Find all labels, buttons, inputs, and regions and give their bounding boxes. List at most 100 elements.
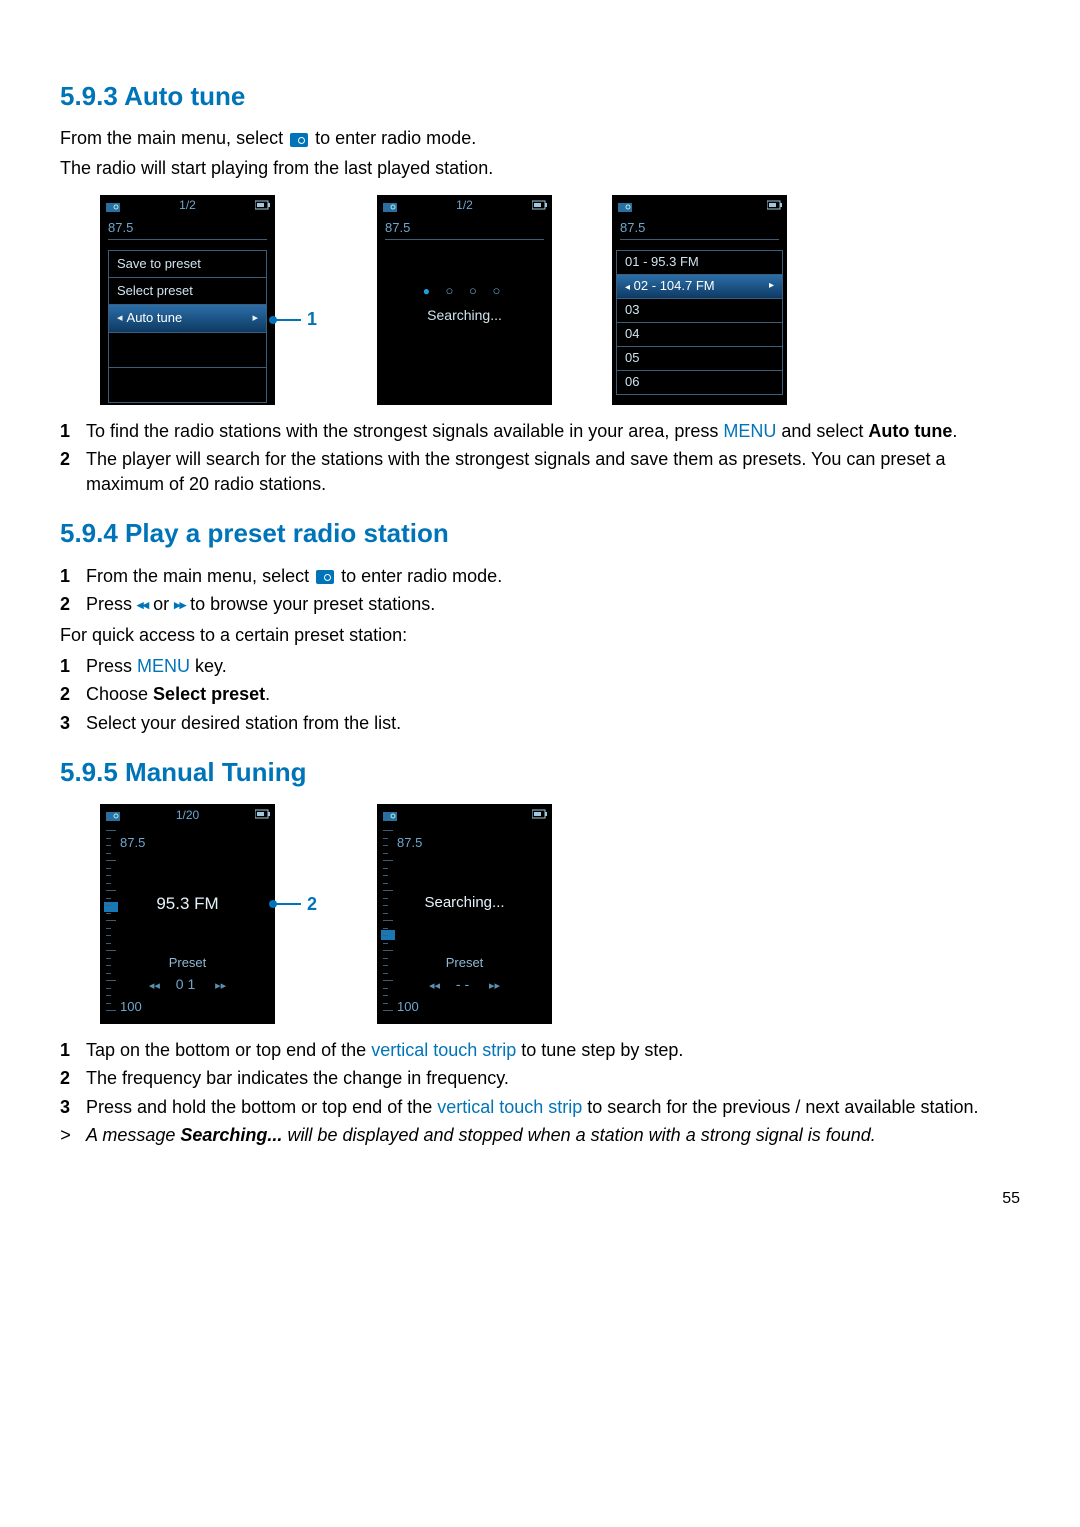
battery-icon bbox=[532, 200, 546, 212]
steps-593: 1 To find the radio stations with the st… bbox=[60, 419, 1020, 498]
step-number: 1 bbox=[60, 419, 86, 444]
step-text: Choose Select preset. bbox=[86, 682, 1020, 707]
screenshots-593: 1/2 87.5 Save to preset Select preset ◂ … bbox=[100, 195, 1020, 405]
menu-item-empty bbox=[109, 333, 266, 368]
menu-item-auto-tune-label: Auto tune bbox=[123, 309, 253, 327]
freq-scale-top: 87.5 bbox=[120, 834, 145, 852]
skip-prev-icon: ◂◂ bbox=[137, 597, 148, 612]
heading-593: 5.9.3 Auto tune bbox=[60, 78, 1020, 114]
menu-item-auto-tune: ◂ Auto tune ▸ bbox=[109, 305, 266, 332]
step-number: 3 bbox=[60, 711, 86, 736]
preset-control: ◂◂ 01 ▸▸ bbox=[100, 975, 275, 995]
result-marker: > bbox=[60, 1123, 86, 1148]
menu-item-save-preset: Save to preset bbox=[109, 251, 266, 278]
frequency-readout: 87.5 bbox=[377, 217, 552, 239]
menu-key: MENU bbox=[723, 421, 776, 441]
device-screen-manual: 1/20 87.5 95.3 FM Preset ◂◂ 01 ▸▸ 100 bbox=[100, 804, 275, 1024]
step-number: 2 bbox=[60, 1066, 86, 1091]
step-text: Select your desired station from the lis… bbox=[86, 711, 1020, 736]
preset-row: 03 bbox=[616, 299, 783, 323]
preset-list: 01 - 95.3 FM ◂ 02 - 104.7 FM▸ 03 04 05 0… bbox=[616, 250, 783, 395]
step-text: To find the radio stations with the stro… bbox=[86, 419, 1020, 444]
callout-label: 2 bbox=[307, 892, 317, 917]
heading-594: 5.9.4 Play a preset radio station bbox=[60, 515, 1020, 551]
frequency-readout: 87.5 bbox=[612, 217, 787, 239]
result-text: A message Searching... will be displayed… bbox=[86, 1123, 1020, 1148]
step-text: Press and hold the bottom or top end of … bbox=[86, 1095, 1020, 1120]
preset-control: ◂◂ -- ▸▸ bbox=[377, 975, 552, 995]
touch-strip-ref: vertical touch strip bbox=[437, 1097, 582, 1117]
steps-595: 1 Tap on the bottom or top end of the ve… bbox=[60, 1038, 1020, 1148]
callout-1: 1 bbox=[273, 307, 317, 332]
step-text: Tap on the bottom or top end of the vert… bbox=[86, 1038, 1020, 1063]
battery-icon bbox=[255, 200, 269, 212]
step-text: From the main menu, select to enter radi… bbox=[86, 564, 1020, 589]
radio-icon bbox=[290, 133, 308, 147]
step-number: 1 bbox=[60, 654, 86, 679]
searching-label: Searching... bbox=[377, 892, 552, 913]
device-screen-manual-searching: 87.5 Searching... Preset ◂◂ -- ▸▸ 100 bbox=[377, 804, 552, 1024]
tick-marks bbox=[620, 239, 779, 246]
preset-row-selected: ◂ 02 - 104.7 FM▸ bbox=[616, 275, 783, 299]
frequency-readout: 87.5 bbox=[100, 217, 275, 239]
intro-593-line2: The radio will start playing from the la… bbox=[60, 156, 1020, 181]
radio-icon bbox=[618, 200, 632, 212]
step-number: 2 bbox=[60, 592, 86, 617]
page-number: 55 bbox=[60, 1188, 1020, 1210]
preset-label: Preset bbox=[377, 954, 552, 972]
progress-dots: ● ○ ○ ○ bbox=[377, 282, 552, 300]
skip-next-icon: ▸▸ bbox=[489, 980, 500, 992]
device-screen-searching: 1/2 87.5 ● ○ ○ ○ Searching... bbox=[377, 195, 552, 405]
battery-icon bbox=[767, 200, 781, 212]
radio-icon bbox=[383, 809, 397, 821]
skip-next-icon: ▸▸ bbox=[215, 980, 226, 992]
page-indicator: 1/2 bbox=[456, 197, 473, 214]
touch-strip-ref: vertical touch strip bbox=[371, 1040, 516, 1060]
step-number: 2 bbox=[60, 447, 86, 472]
step-text: The player will search for the stations … bbox=[86, 447, 1020, 497]
skip-prev-icon: ◂◂ bbox=[149, 980, 160, 992]
menu-item-select-preset: Select preset bbox=[109, 278, 266, 305]
screenshots-595: 1/20 87.5 95.3 FM Preset ◂◂ 01 ▸▸ 100 2 bbox=[100, 804, 1020, 1024]
radio-icon bbox=[383, 200, 397, 212]
step-text: Press MENU key. bbox=[86, 654, 1020, 679]
steps-594b: 1 Press MENU key. 2 Choose Select preset… bbox=[60, 654, 1020, 736]
radio-icon bbox=[106, 809, 120, 821]
battery-icon bbox=[255, 809, 269, 821]
preset-row: 06 bbox=[616, 371, 783, 395]
device-screen-menu: 1/2 87.5 Save to preset Select preset ◂ … bbox=[100, 195, 275, 405]
menu-item-empty bbox=[109, 368, 266, 402]
tick-marks bbox=[385, 239, 544, 246]
page-indicator: 1/2 bbox=[179, 197, 196, 214]
step-number: 1 bbox=[60, 564, 86, 589]
steps-594a: 1 From the main menu, select to enter ra… bbox=[60, 564, 1020, 617]
skip-prev-icon: ◂◂ bbox=[429, 980, 440, 992]
preset-label: Preset bbox=[100, 954, 275, 972]
radio-icon bbox=[316, 570, 334, 584]
freq-scale-bottom: 100 bbox=[120, 998, 142, 1016]
preset-row: 04 bbox=[616, 323, 783, 347]
preset-row: 01 - 95.3 FM bbox=[616, 250, 783, 275]
callout-2: 2 bbox=[273, 892, 317, 917]
intro-593-1a: From the main menu, select bbox=[60, 128, 288, 148]
device-screen-presets: 87.5 01 - 95.3 FM ◂ 02 - 104.7 FM▸ 03 04… bbox=[612, 195, 787, 405]
arrow-right-icon: ▸ bbox=[252, 311, 258, 326]
intro-593-line1: From the main menu, select to enter radi… bbox=[60, 126, 1020, 151]
callout-label: 1 bbox=[307, 307, 317, 332]
searching-label: Searching... bbox=[377, 306, 552, 326]
intro-593-1b: to enter radio mode. bbox=[315, 128, 476, 148]
tick-marks bbox=[108, 239, 267, 246]
step-number: 3 bbox=[60, 1095, 86, 1120]
freq-scale-bottom: 100 bbox=[397, 998, 419, 1016]
menu-key: MENU bbox=[137, 656, 190, 676]
page-indicator: 1/20 bbox=[176, 807, 199, 824]
quick-access-intro: For quick access to a certain preset sta… bbox=[60, 623, 1020, 648]
current-frequency: 95.3 FM bbox=[100, 892, 275, 916]
menu-list: Save to preset Select preset ◂ Auto tune… bbox=[108, 250, 267, 403]
battery-icon bbox=[532, 809, 546, 821]
step-text: The frequency bar indicates the change i… bbox=[86, 1066, 1020, 1091]
step-number: 1 bbox=[60, 1038, 86, 1063]
skip-next-icon: ▸▸ bbox=[174, 597, 185, 612]
step-text: Press ◂◂ or ▸▸ to browse your preset sta… bbox=[86, 592, 1020, 617]
freq-scale-top: 87.5 bbox=[397, 834, 422, 852]
